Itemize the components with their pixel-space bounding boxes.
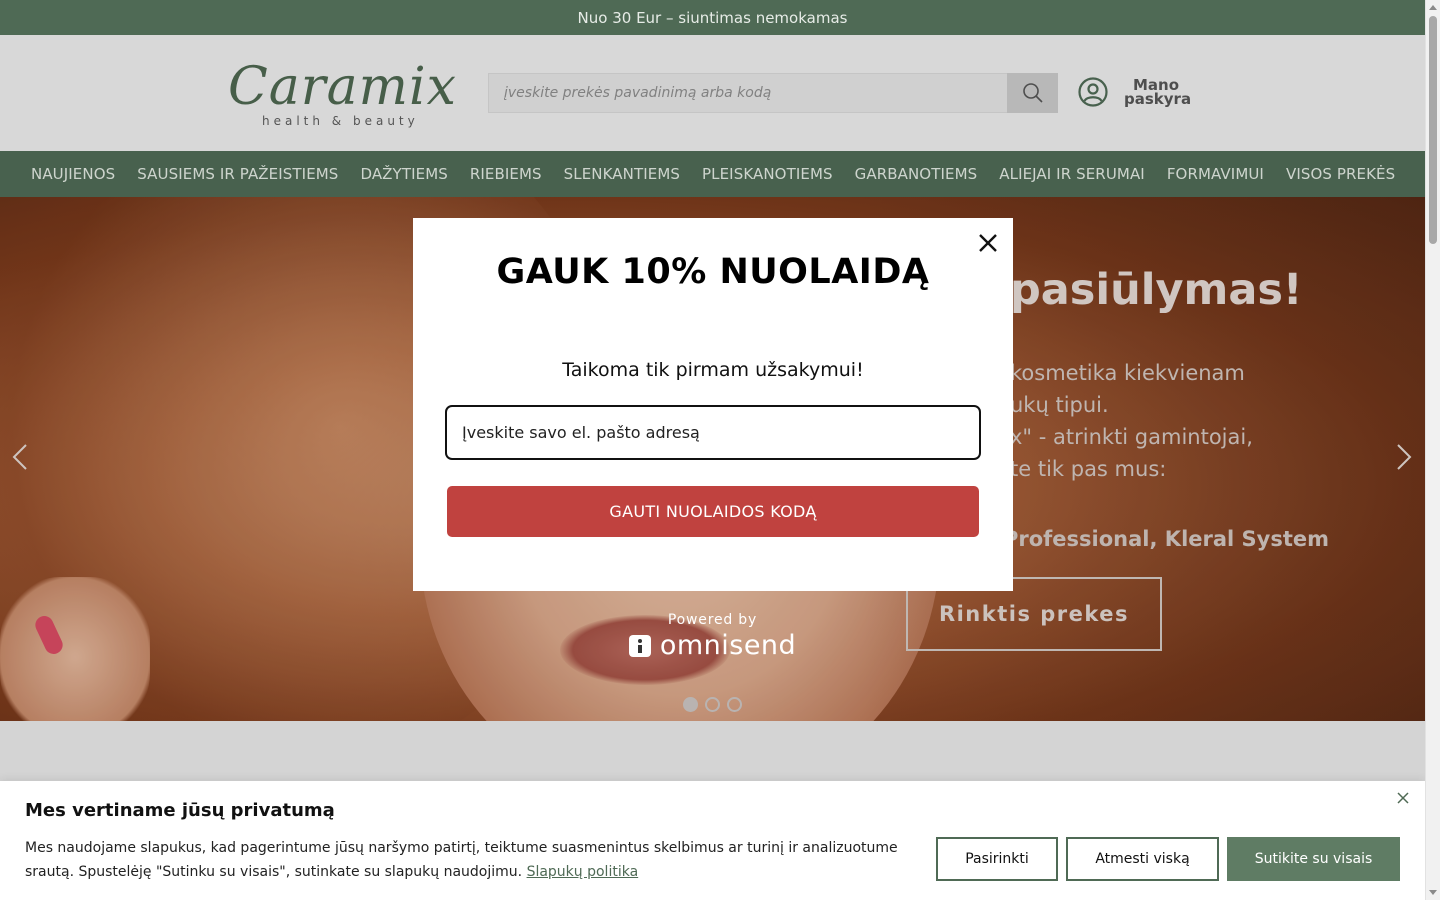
nav-item-slenkantiems[interactable]: SLENKANTIEMS [553, 165, 691, 183]
email-field[interactable] [445, 405, 981, 460]
nav-item-naujienos[interactable]: NAUJIENOS [20, 165, 126, 183]
slider-dot-2[interactable] [705, 697, 720, 712]
nav-item-aliejai[interactable]: ALIEJAI IR SERUMAI [988, 165, 1156, 183]
hero-description: kosmetika kiekvienam ukų tipui. x" - atr… [1010, 357, 1253, 485]
shipping-banner-text: Nuo 30 Eur – siuntimas nemokamas [577, 8, 848, 27]
search-box [488, 73, 1058, 113]
search-input[interactable] [489, 74, 1007, 112]
hero-brands: Professional, Kleral System [1003, 527, 1329, 551]
hero-title: pasiūlymas! [1010, 265, 1303, 315]
nav-item-formavimui[interactable]: FORMAVIMUI [1156, 165, 1275, 183]
site-header: Caramix health & beauty Mano paskyra [0, 35, 1425, 151]
nav-item-visos[interactable]: VISOS PREKĖS [1275, 165, 1406, 183]
chevron-right-icon[interactable] [1396, 444, 1412, 470]
close-icon[interactable] [977, 232, 999, 254]
cookie-title: Mes vertiname jūsų privatumą [25, 800, 335, 821]
popup-title: GAUK 10% NUOLAIDĄ [496, 252, 930, 292]
search-icon [1022, 83, 1043, 103]
hero-title-wrap: pasiūlymas! [1010, 265, 1303, 315]
scroll-thumb[interactable] [1429, 16, 1437, 244]
popup-subtitle: Taikoma tik pirmam užsakymui! [562, 359, 864, 381]
nav-item-pleiskanotiems[interactable]: PLEISKANOTIEMS [691, 165, 844, 183]
omnisend-logo: omnisend [600, 630, 825, 661]
discount-popup: GAUK 10% NUOLAIDĄ Taikoma tik pirmam užs… [413, 218, 1013, 591]
close-icon[interactable] [1397, 792, 1409, 804]
main-nav: NAUJIENOS SAUSIEMS IR PAŽEISTIEMS DAŽYTI… [0, 151, 1425, 197]
slider-dot-3[interactable] [727, 697, 742, 712]
hero-line: te tik pas mus: [1010, 457, 1167, 481]
slider-dot-1[interactable] [683, 697, 698, 712]
powered-by-label: Powered by [667, 612, 758, 628]
nav-item-riebiems[interactable]: RIEBIEMS [459, 165, 553, 183]
account-link[interactable]: Mano paskyra [1078, 76, 1192, 108]
get-discount-button[interactable]: GAUTI NUOLAIDOS KODĄ [447, 486, 979, 537]
user-circle-icon [1078, 77, 1108, 107]
nav-item-dazytiems[interactable]: DAŽYTIEMS [349, 165, 458, 183]
cookie-text: Mes naudojame slapukus, kad pagerintume … [25, 836, 905, 884]
hero-line: kosmetika kiekvienam [1010, 361, 1245, 385]
account-label: Mano paskyra [1124, 76, 1192, 108]
search-button[interactable] [1007, 73, 1058, 113]
nav-item-sausiems[interactable]: SAUSIEMS IR PAŽEISTIEMS [126, 165, 349, 183]
cookie-banner: Mes vertiname jūsų privatumą Mes naudoja… [0, 781, 1425, 900]
cookie-accept-button[interactable]: Sutikite su visais [1227, 837, 1400, 881]
logo[interactable]: Caramix health & beauty [228, 57, 460, 128]
page-scrollbar[interactable] [1425, 0, 1440, 900]
powered-by[interactable]: Powered by omnisend [600, 612, 825, 661]
scroll-down-icon[interactable] [1429, 890, 1437, 895]
chevron-left-icon[interactable] [12, 444, 28, 470]
omnisend-wordmark: omnisend [659, 630, 797, 661]
shipping-banner: Nuo 30 Eur – siuntimas nemokamas [0, 0, 1425, 35]
cookie-policy-link[interactable]: Slapukų politika [527, 864, 639, 880]
hero-image-hand [0, 577, 150, 721]
hero-line: ukų tipui. [1010, 393, 1109, 417]
cookie-customize-button[interactable]: Pasirinkti [936, 837, 1058, 881]
cookie-text-body: Mes naudojame slapukus, kad pagerintume … [25, 840, 898, 880]
page: Nuo 30 Eur – siuntimas nemokamas Caramix… [0, 0, 1425, 900]
slider-dots [683, 697, 749, 712]
hero-line: x" - atrinkti gamintojai, [1010, 425, 1253, 449]
hero-brands-prefix: Professional, [1003, 527, 1165, 551]
omnisend-icon [628, 634, 651, 657]
cookie-reject-button[interactable]: Atmesti viską [1066, 837, 1219, 881]
scroll-up-icon[interactable] [1429, 5, 1437, 10]
logo-word: Caramix [228, 57, 457, 117]
hero-brands-suffix: Kleral System [1164, 527, 1330, 551]
nav-item-garbanotiems[interactable]: GARBANOTIEMS [844, 165, 989, 183]
logo-tagline: health & beauty [262, 114, 419, 128]
